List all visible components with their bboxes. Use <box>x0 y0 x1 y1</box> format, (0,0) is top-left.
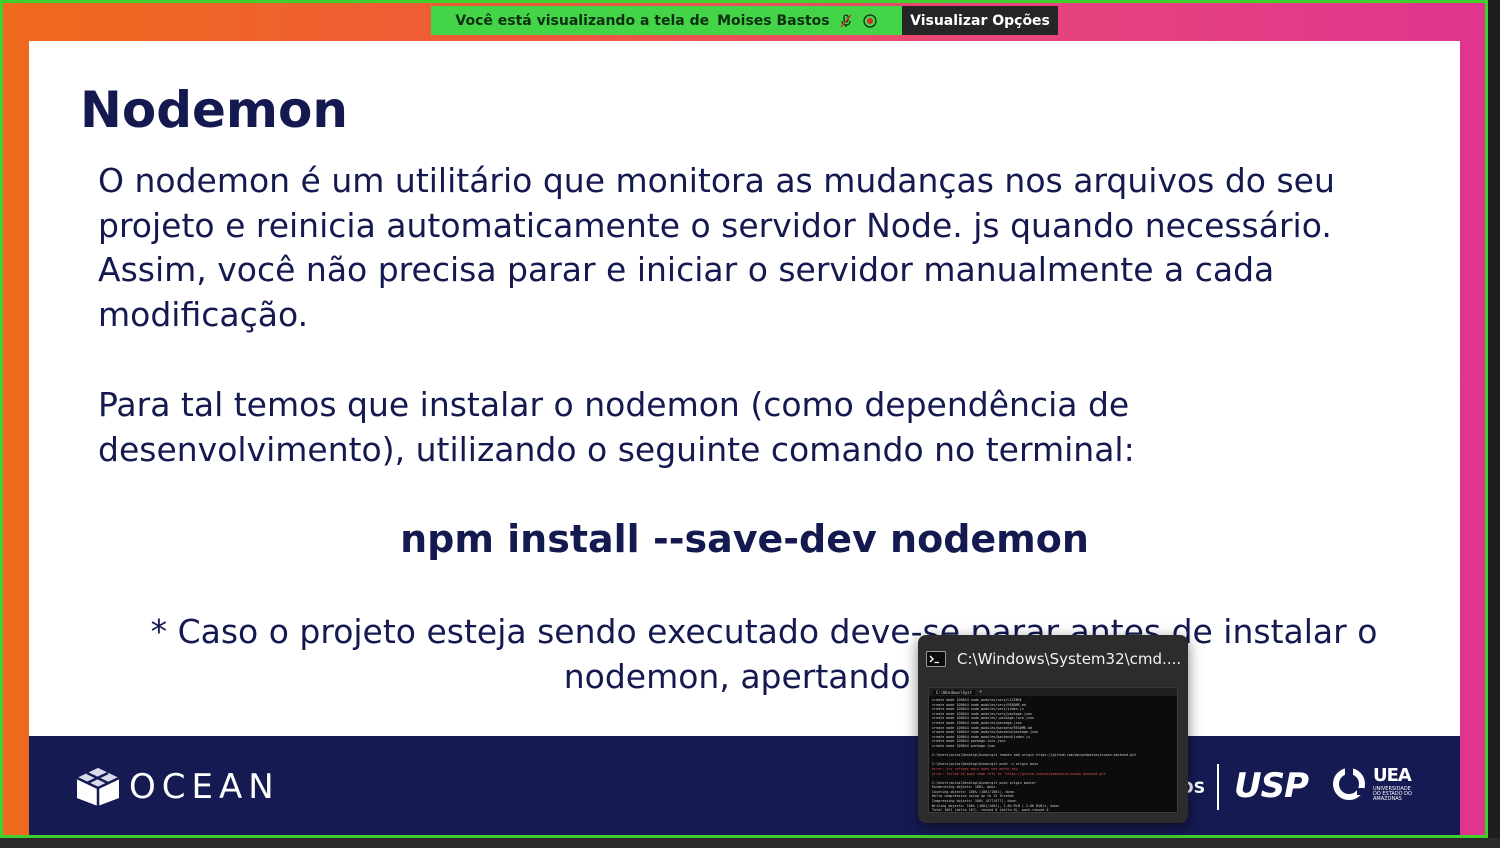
ocean-logo-text: OCEAN <box>129 767 280 807</box>
slide-command: npm install --save-dev nodemon <box>400 517 1089 561</box>
cmd-preview-title: C:\Windows\System32\cmd.... <box>957 650 1182 668</box>
uea-logo-subtitle: UNIVERSIDADE DO ESTADO DO AMAZONAS <box>1373 785 1412 802</box>
cmd-preview-screen[interactable]: C:\Windows\Syst + create mode 100644 nod… <box>928 687 1178 813</box>
slide-note: * Caso o projeto esteja sendo executado … <box>150 612 1378 696</box>
cmd-tab-bar: C:\Windows\Syst + <box>929 688 1177 696</box>
record-indicator-icon <box>862 13 877 28</box>
uea-logo: UEA UNIVERSIDADE DO ESTADO DO AMAZONAS <box>1331 766 1417 802</box>
mic-muted-icon[interactable] <box>838 13 854 29</box>
plus-icon: + <box>979 689 983 695</box>
uea-logo-text: UEA UNIVERSIDADE DO ESTADO DO AMAZONAS <box>1373 764 1417 802</box>
cmd-output: create mode 100644 node_modules/vary/LIC… <box>929 696 1177 812</box>
uea-logo-title: UEA <box>1373 764 1412 786</box>
cmd-taskbar-preview[interactable]: C:\Windows\System32\cmd.... C:\Windows\S… <box>918 635 1188 823</box>
uea-ring-icon <box>1333 768 1365 800</box>
slide-paragraph-install: Para tal temos que instalar o nodemon (c… <box>98 385 1135 469</box>
bottom-edge-strip <box>0 838 1500 848</box>
slide-title: Nodemon <box>80 81 348 139</box>
slide-footer: OCEAN OS USP UEA UNIVERSIDADE DO ESTADO … <box>29 736 1460 836</box>
view-options-button[interactable]: Visualizar Opções <box>902 6 1058 35</box>
footer-divider <box>1217 764 1219 810</box>
slide-paragraph-description: O nodemon é um utilitário que monitora a… <box>98 161 1335 334</box>
cmd-preview-header: C:\Windows\System32\cmd.... <box>926 650 1181 668</box>
terminal-icon <box>926 651 946 667</box>
share-banner-text: Você está visualizando a tela de <box>455 12 710 29</box>
share-banner-presenter: Moises Bastos <box>717 12 830 29</box>
screen-share-banner: Você está visualizando a tela de Moises … <box>431 6 902 35</box>
ocean-cube-icon <box>76 768 120 806</box>
cmd-tab-label: C:\Windows\Syst <box>933 689 976 695</box>
shared-slide: Nodemon O nodemon é um utilitário que mo… <box>29 41 1460 836</box>
usp-logo: USP <box>1234 766 1309 806</box>
right-edge-strip <box>1488 0 1500 848</box>
ocean-logo: OCEAN <box>75 766 280 808</box>
